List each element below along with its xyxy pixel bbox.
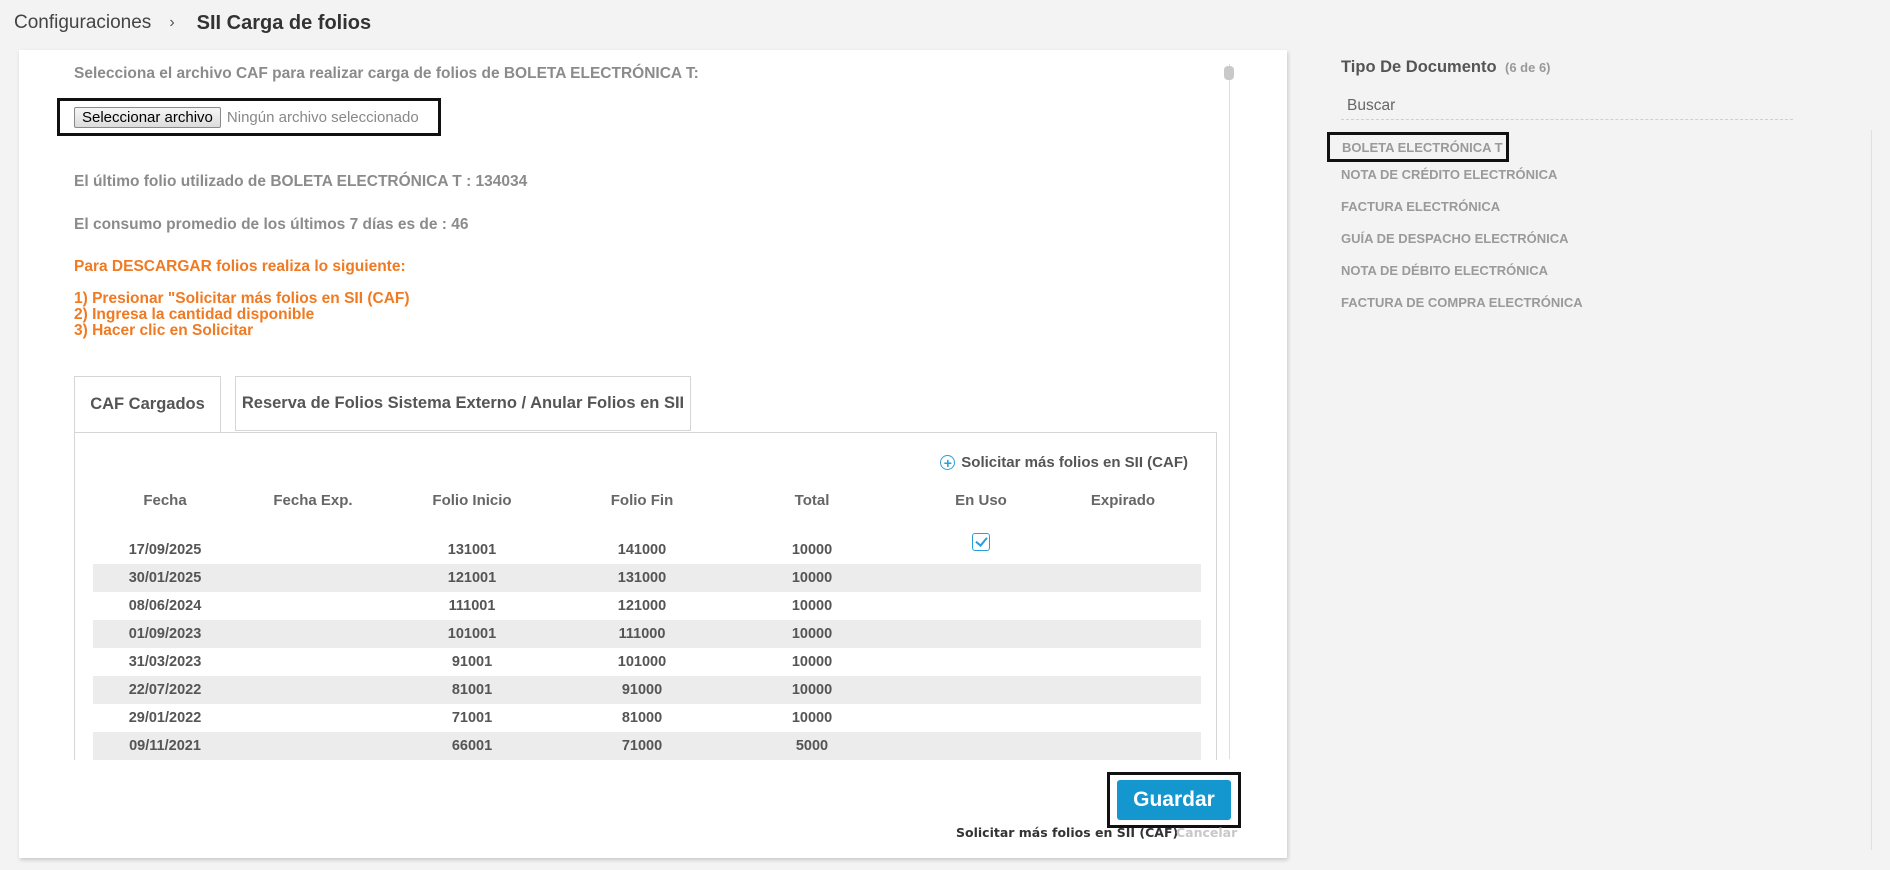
document-type-item-nota-credito[interactable]: NOTA DE CRÉDITO ELECTRÓNICA — [1341, 167, 1557, 182]
document-type-header: Tipo De Documento (6 de 6) — [1341, 58, 1881, 77]
cell-folio-fin: 111000 — [618, 626, 666, 642]
table-row[interactable]: 08/06/2024 111001 121000 10000 — [93, 592, 1201, 620]
document-type-item-guia-despacho[interactable]: GUÍA DE DESPACHO ELECTRÓNICA — [1341, 231, 1569, 246]
cell-folio-inicio: 131001 — [447, 542, 497, 558]
table-row[interactable]: 22/07/2022 81001 91000 10000 — [93, 676, 1201, 704]
caf-table-panel: + Solicitar más folios en SII (CAF) Fech… — [74, 432, 1217, 760]
cell-fecha: 22/07/2022 — [128, 682, 202, 698]
cell-folio-fin: 71000 — [621, 738, 663, 754]
document-type-panel: Tipo De Documento (6 de 6) BOLETA ELECTR… — [1327, 58, 1881, 850]
table-row[interactable]: 17/09/2025 131001 141000 10000 — [93, 533, 1201, 564]
breadcrumb: Configuraciones › SII Carga de folios — [14, 10, 371, 36]
document-type-list: BOLETA ELECTRÓNICA T NOTA DE CRÉDITO ELE… — [1327, 130, 1872, 850]
table-row[interactable]: 30/01/2025 121001 131000 10000 — [93, 564, 1201, 592]
column-header-total: Total — [794, 492, 830, 509]
cell-total: 10000 — [791, 626, 833, 642]
last-folio-text: El último folio utilizado de BOLETA ELEC… — [74, 173, 528, 190]
cell-folio-fin: 121000 — [617, 598, 667, 614]
cancel-link[interactable]: Cancelar — [1176, 825, 1237, 840]
file-status-text: Ningún archivo seleccionado — [226, 108, 419, 126]
cell-fecha: 29/01/2022 — [128, 710, 202, 726]
cell-folio-inicio: 66001 — [451, 738, 493, 754]
document-type-item-factura[interactable]: FACTURA ELECTRÓNICA — [1341, 199, 1500, 214]
column-header-fecha-exp: Fecha Exp. — [273, 492, 353, 509]
cell-fecha: 31/03/2023 — [128, 654, 202, 670]
document-type-item-boleta[interactable]: BOLETA ELECTRÓNICA T — [1327, 132, 1509, 162]
column-header-expirado: Expirado — [1090, 492, 1156, 509]
request-caf-link[interactable]: + Solicitar más folios en SII (CAF) — [940, 454, 1188, 471]
cell-folio-inicio: 121001 — [447, 570, 497, 586]
cell-folio-fin: 101000 — [617, 654, 667, 670]
upload-label: Selecciona el archivo CAF para realizar … — [74, 65, 699, 82]
instruction-step-2: 2) Ingresa la cantidad disponible — [74, 306, 315, 323]
scrollbar-track[interactable] — [1229, 64, 1237, 759]
cell-folio-fin: 81000 — [621, 710, 663, 726]
cell-folio-fin: 131000 — [617, 570, 667, 586]
select-file-button[interactable]: Seleccionar archivo — [74, 106, 221, 128]
cell-folio-inicio: 71001 — [451, 710, 493, 726]
cell-folio-inicio: 91001 — [451, 654, 493, 670]
tab-reserva-folios[interactable]: Reserva de Folios Sistema Externo / Anul… — [235, 376, 691, 431]
cell-folio-inicio: 101001 — [447, 626, 497, 642]
cell-total: 5000 — [795, 738, 829, 754]
document-type-title: Tipo De Documento — [1341, 58, 1497, 76]
cell-total: 10000 — [791, 682, 833, 698]
column-header-fecha: Fecha — [143, 492, 187, 509]
cell-total: 10000 — [791, 570, 833, 586]
save-button[interactable]: Guardar — [1117, 780, 1231, 820]
cell-fecha: 17/09/2025 — [128, 542, 202, 558]
cell-folio-inicio: 81001 — [451, 682, 493, 698]
cell-folio-fin: 141000 — [617, 542, 667, 558]
instruction-step-1: 1) Presionar "Solicitar más folios en SI… — [74, 290, 410, 307]
avg-consumption-text: El consumo promedio de los últimos 7 día… — [74, 216, 469, 233]
cell-folio-inicio: 111001 — [448, 598, 496, 614]
cell-fecha: 08/06/2024 — [128, 598, 202, 614]
file-input[interactable]: Seleccionar archivo Ningún archivo selec… — [57, 98, 441, 136]
table-row[interactable]: 29/01/2022 71001 81000 10000 — [93, 704, 1201, 732]
page-title: SII Carga de folios — [196, 11, 372, 34]
caf-upload-panel: Selecciona el archivo CAF para realizar … — [19, 50, 1287, 858]
cell-folio-fin: 91000 — [621, 682, 663, 698]
instruction-step-3: 3) Hacer clic en Solicitar — [74, 322, 254, 339]
instructions-title: Para DESCARGAR folios realiza lo siguien… — [74, 258, 406, 275]
table-row[interactable]: 31/03/2023 91001 101000 10000 — [93, 648, 1201, 676]
column-header-folio-inicio: Folio Inicio — [432, 492, 512, 509]
save-button-frame: Guardar — [1107, 772, 1241, 828]
table-row[interactable]: 09/11/2021 66001 71000 5000 — [93, 732, 1201, 760]
tab-caf-cargados[interactable]: CAF Cargados — [74, 376, 221, 433]
document-type-count: (6 de 6) — [1505, 60, 1551, 75]
document-type-item-nota-debito[interactable]: NOTA DE DÉBITO ELECTRÓNICA — [1341, 263, 1548, 278]
cell-fecha: 09/11/2021 — [129, 738, 201, 754]
table-row[interactable]: 01/09/2023 101001 111000 10000 — [93, 620, 1201, 648]
table-body: 17/09/2025 131001 141000 10000 30/01/202… — [93, 533, 1201, 760]
breadcrumb-parent-link[interactable]: Configuraciones — [14, 12, 151, 34]
cell-fecha: 01/09/2023 — [128, 626, 202, 642]
cell-fecha: 30/01/2025 — [128, 570, 202, 586]
cell-total: 10000 — [791, 654, 833, 670]
cell-total: 10000 — [791, 710, 833, 726]
cell-total: 10000 — [791, 598, 833, 614]
scrollbar-thumb[interactable] — [1224, 66, 1234, 80]
column-header-en-uso: En Uso — [955, 492, 1007, 509]
document-type-search-input[interactable] — [1341, 92, 1793, 120]
plus-circle-icon: + — [940, 455, 956, 470]
request-caf-label: Solicitar más folios en SII (CAF) — [961, 454, 1188, 471]
column-header-folio-fin: Folio Fin — [610, 492, 674, 509]
document-type-item-factura-compra[interactable]: FACTURA DE COMPRA ELECTRÓNICA — [1341, 295, 1583, 310]
table-header: Fecha Fecha Exp. Folio Inicio Folio Fin … — [93, 492, 1201, 514]
cell-total: 10000 — [791, 542, 833, 558]
footer-request-caf-link[interactable]: Solicitar más folios en SII (CAF) — [956, 825, 1178, 840]
en-uso-check-icon[interactable] — [972, 533, 990, 551]
breadcrumb-chevron-icon: › — [169, 14, 175, 31]
